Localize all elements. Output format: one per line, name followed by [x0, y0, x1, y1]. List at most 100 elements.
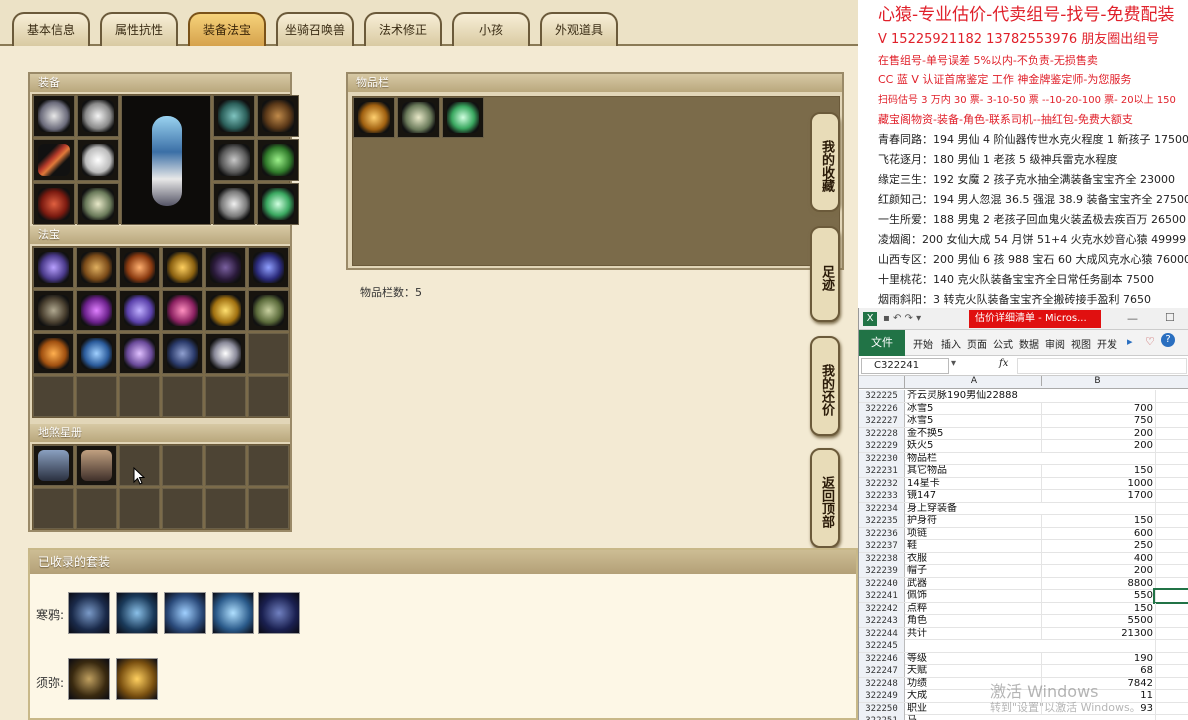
- set-item-slot[interactable]: [164, 592, 206, 634]
- tab-attributes[interactable]: 属性抗性: [100, 12, 178, 46]
- fabao-slot[interactable]: [119, 333, 160, 374]
- ribbon-tab[interactable]: 公式: [993, 336, 1013, 351]
- sheet-row[interactable]: 322240 武器 8800: [859, 577, 1188, 590]
- ribbon-tab-file[interactable]: 文件: [859, 330, 905, 356]
- equip-slot-belt[interactable]: [213, 183, 255, 225]
- sheet-row[interactable]: 322246 等级 190: [859, 652, 1188, 665]
- fabao-slot[interactable]: [162, 290, 203, 331]
- help-icon[interactable]: ?: [1161, 333, 1175, 347]
- sheet-row[interactable]: 322251马: [859, 715, 1188, 720]
- sheet-row[interactable]: 322247 天赋 68: [859, 665, 1188, 678]
- sheet-row[interactable]: 322235 护身符 150: [859, 515, 1188, 528]
- tab-mount-summon[interactable]: 坐骑召唤兽: [276, 12, 354, 46]
- tab-appearance-items[interactable]: 外观道具: [540, 12, 618, 46]
- disha-card-slot[interactable]: [33, 445, 74, 486]
- ribbon-tab[interactable]: 视图: [1071, 336, 1091, 351]
- sheet-row[interactable]: 322241 佩饰 550: [859, 588, 1188, 604]
- set-item-slot[interactable]: [68, 592, 110, 634]
- fabao-slot[interactable]: [76, 333, 117, 374]
- column-header-b[interactable]: B: [1041, 376, 1153, 386]
- fabao-slot[interactable]: [119, 247, 160, 288]
- disha-card-slot[interactable]: [76, 445, 117, 486]
- ribbon-tab[interactable]: 插入: [941, 336, 961, 351]
- sheet-row[interactable]: 322245: [859, 640, 1188, 653]
- sheet-row[interactable]: 322234 身上穿装备: [859, 502, 1188, 515]
- scroll-tabs-icon[interactable]: ▸: [1127, 335, 1133, 348]
- sheet-row[interactable]: 322226 冰雪5 700: [859, 402, 1188, 415]
- tab-spell-correction[interactable]: 法术修正: [364, 12, 442, 46]
- set-item-slot[interactable]: [116, 592, 158, 634]
- namebox-dropdown-icon[interactable]: ▾: [951, 358, 956, 369]
- formula-input[interactable]: [1017, 358, 1187, 374]
- ribbon-tab[interactable]: 数据: [1019, 336, 1039, 351]
- sheet-row[interactable]: 322243 角色 5500: [859, 615, 1188, 628]
- fabao-slot[interactable]: [205, 247, 246, 288]
- fx-icon[interactable]: fx: [999, 358, 1008, 369]
- column-header-a[interactable]: A: [907, 376, 1041, 386]
- my-counteroffer-button[interactable]: 我的还价: [810, 336, 840, 436]
- fabao-slot[interactable]: [205, 290, 246, 331]
- disha-slot-empty: [33, 488, 74, 529]
- ribbon-tab[interactable]: 审阅: [1045, 336, 1065, 351]
- sheet-row[interactable]: 322230 物品栏: [859, 452, 1188, 465]
- equip-slot-orb[interactable]: [257, 183, 299, 225]
- quick-access-toolbar[interactable]: ▪ ↶ ↷ ▾: [883, 313, 921, 324]
- equip-slot-amulet[interactable]: [213, 95, 255, 137]
- sheet-row[interactable]: 322236 项链 600: [859, 527, 1188, 540]
- sheet-row[interactable]: 322227 冰雪5 750: [859, 415, 1188, 428]
- equip-slot-boots[interactable]: [77, 183, 119, 225]
- my-favorites-button[interactable]: 我的收藏: [810, 112, 840, 212]
- sheet-row[interactable]: 322231 其它物品 150: [859, 465, 1188, 478]
- equip-slot-necklace[interactable]: [77, 95, 119, 137]
- equip-slot-ring-1[interactable]: [257, 95, 299, 137]
- equip-slot-charm[interactable]: [33, 183, 75, 225]
- sheet-row[interactable]: 322244 共计 21300: [859, 627, 1188, 640]
- set-item-slot[interactable]: [116, 658, 158, 700]
- fabao-slot[interactable]: [205, 333, 246, 374]
- set-item-slot[interactable]: [258, 592, 300, 634]
- sheet-row[interactable]: 322228 金不换5 200: [859, 427, 1188, 440]
- ribbon-tab[interactable]: 开始: [913, 336, 933, 351]
- name-box[interactable]: C322241: [861, 358, 949, 374]
- fabao-slot[interactable]: [248, 247, 289, 288]
- footprint-button[interactable]: 足迹: [810, 226, 840, 322]
- heart-icon[interactable]: ♡: [1145, 335, 1155, 348]
- sheet-row[interactable]: 322232 14星卡 1000: [859, 477, 1188, 490]
- sheet-row[interactable]: 322233 镜147 1700: [859, 490, 1188, 503]
- sheet-row[interactable]: 322239 帽子 200: [859, 565, 1188, 578]
- fabao-slot[interactable]: [33, 290, 74, 331]
- sheet-row[interactable]: 322225 齐云灵脉190男仙22888: [859, 390, 1188, 403]
- set-item-slot[interactable]: [212, 592, 254, 634]
- inventory-slot[interactable]: [353, 97, 396, 138]
- tab-children[interactable]: 小孩: [452, 12, 530, 46]
- fabao-slot[interactable]: [76, 290, 117, 331]
- ribbon-tab[interactable]: 开发: [1097, 336, 1117, 351]
- fabao-slot[interactable]: [248, 290, 289, 331]
- sheet-row[interactable]: 322229 妖火5 200: [859, 440, 1188, 453]
- inventory-slot[interactable]: [441, 97, 485, 138]
- ribbon-tab[interactable]: 页面: [967, 336, 987, 351]
- equip-slot-ring-2[interactable]: [213, 139, 255, 181]
- fabao-slot[interactable]: [33, 247, 74, 288]
- set-item-slot[interactable]: [68, 658, 110, 700]
- equip-slot-armor[interactable]: [77, 139, 119, 181]
- tab-basic-info[interactable]: 基本信息: [12, 12, 90, 46]
- inventory-slot[interactable]: [397, 97, 440, 138]
- fabao-slot[interactable]: [162, 247, 203, 288]
- sheet-row[interactable]: 322237 鞋 250: [859, 540, 1188, 553]
- excel-ribbon-tabs: 文件 开始 插入 页面 公式 数据 审阅 视图 开发 ▸ ♡ ?: [859, 330, 1188, 356]
- inventory-header: 物品栏: [348, 74, 842, 92]
- maximize-button[interactable]: ☐: [1165, 311, 1175, 324]
- tab-equipment-fabao[interactable]: 装备法宝: [188, 12, 266, 46]
- sheet-row[interactable]: 322238 衣服 400: [859, 552, 1188, 565]
- equip-slot-jade[interactable]: [257, 139, 299, 181]
- fabao-slot[interactable]: [33, 333, 74, 374]
- fabao-slot[interactable]: [162, 333, 203, 374]
- back-to-top-button[interactable]: 返回顶部: [810, 448, 840, 548]
- sheet-row[interactable]: 322242 点粹 150: [859, 602, 1188, 615]
- fabao-slot[interactable]: [119, 290, 160, 331]
- equip-slot-helmet[interactable]: [33, 95, 75, 137]
- fabao-slot[interactable]: [76, 247, 117, 288]
- equip-slot-weapon[interactable]: [33, 139, 75, 181]
- minimize-button[interactable]: —: [1127, 312, 1138, 325]
